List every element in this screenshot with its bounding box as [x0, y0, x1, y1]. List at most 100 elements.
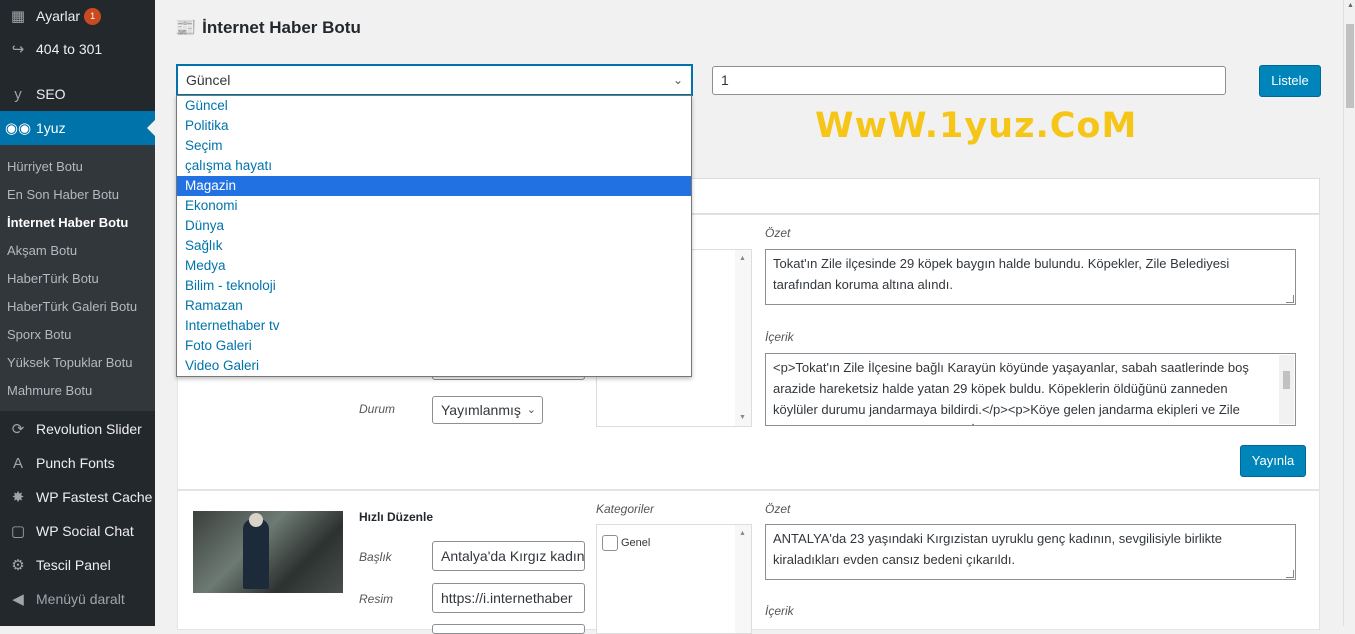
- chat-icon: ▢: [10, 523, 26, 540]
- submenu-item[interactable]: Yüksek Topuklar Botu: [7, 355, 133, 370]
- post2-image-input[interactable]: https://i.internethaber: [432, 583, 585, 613]
- cheetah-icon: ✸: [11, 489, 25, 506]
- resize-grip-icon: [1286, 570, 1294, 578]
- submenu-item[interactable]: HaberTürk Galeri Botu: [7, 299, 137, 314]
- dropdown-option[interactable]: Video Galeri: [177, 356, 691, 376]
- category-select-value: Güncel: [186, 72, 231, 88]
- page-number-input[interactable]: 1: [712, 66, 1226, 95]
- chevron-down-icon: ⌄: [672, 73, 683, 87]
- scroll-up-icon[interactable]: ▲: [1347, 2, 1354, 9]
- admin-sidebar: ▦ Ayarlar 1 ↪ 404 to 301 y SEO ◉◉ 1yuz H…: [0, 0, 155, 626]
- submenu-item[interactable]: Mahmure Botu: [7, 383, 92, 398]
- status-label: Durum: [359, 402, 396, 416]
- sidebar-item-label: 404 to 301: [36, 41, 103, 57]
- status-select[interactable]: Yayımlanmış ⌄: [432, 396, 543, 424]
- publish-button[interactable]: Yayınla: [1240, 445, 1306, 477]
- dropdown-option[interactable]: Internethaber tv: [177, 316, 691, 336]
- collapse-icon: ◀: [12, 591, 24, 608]
- thumbnail-head: [249, 513, 263, 527]
- summary-label: Özet: [765, 226, 791, 240]
- sidebar-item-wp-social-chat[interactable]: ▢ WP Social Chat: [0, 514, 155, 548]
- dropdown-option[interactable]: Medya: [177, 256, 691, 276]
- submenu-item-current[interactable]: İnternet Haber Botu: [7, 215, 128, 230]
- post1-summary-text: Tokat'ın Zile ilçesinde 29 köpek baygın …: [773, 256, 1230, 292]
- sidebar-item-1yuz[interactable]: ◉◉ 1yuz: [0, 111, 155, 145]
- sidebar-item-404-to-301[interactable]: ↪ 404 to 301: [0, 32, 155, 66]
- gear-icon: ⚙: [11, 557, 25, 574]
- category-select[interactable]: Güncel ⌄: [177, 65, 692, 95]
- sidebar-item-punch-fonts[interactable]: A Punch Fonts: [0, 446, 155, 480]
- dropdown-option[interactable]: Dünya: [177, 216, 691, 236]
- summary-label: Özet: [765, 502, 791, 516]
- sidebar-item-label: Punch Fonts: [36, 455, 115, 471]
- dropdown-option-highlighted[interactable]: Magazin: [177, 176, 691, 196]
- scroll-thumb[interactable]: [1283, 371, 1290, 389]
- dropdown-option[interactable]: Politika: [177, 116, 691, 136]
- category-scrollbar[interactable]: ▲: [735, 525, 751, 633]
- post1-content-text: <p>Tokat'ın Zile İlçesine bağlı Karayün …: [773, 360, 1249, 425]
- dropdown-option[interactable]: Sağlık: [177, 236, 691, 256]
- dropdown-option[interactable]: Ramazan: [177, 296, 691, 316]
- dropdown-option[interactable]: Foto Galeri: [177, 336, 691, 356]
- content-label: İçerik: [765, 604, 794, 618]
- image-label: Resim: [359, 592, 394, 606]
- post2-summary-text: ANTALYA'da 23 yaşındaki Kırgızistan uyru…: [773, 531, 1223, 567]
- sidebar-item-label: 1yuz: [36, 120, 66, 136]
- refresh-icon: ⟳: [11, 421, 25, 438]
- post1-summary-textarea[interactable]: Tokat'ın Zile ilçesinde 29 köpek baygın …: [765, 249, 1296, 305]
- dropdown-option[interactable]: Seçim: [177, 136, 691, 156]
- post2-thumbnail: [193, 511, 343, 593]
- sidebar-item-label: Revolution Slider: [36, 421, 142, 437]
- sidebar-item-seo[interactable]: y SEO: [0, 77, 155, 111]
- checkbox[interactable]: [602, 535, 618, 551]
- glasses-icon: ◉◉: [4, 120, 32, 137]
- post1-content-textarea[interactable]: <p>Tokat'ın Zile İlçesine bağlı Karayün …: [765, 353, 1296, 426]
- category-label: Genel: [621, 537, 651, 549]
- content-label: İçerik: [765, 330, 794, 344]
- dropdown-option[interactable]: Bilim - teknoloji: [177, 276, 691, 296]
- category-dropdown-list: Güncel Politika Seçim çalışma hayatı Mag…: [176, 95, 692, 377]
- sidebar-item-tescil-panel[interactable]: ⚙ Tescil Panel: [0, 548, 155, 582]
- sidebar-item-wp-fastest-cache[interactable]: ✸ WP Fastest Cache: [0, 480, 155, 514]
- content-scrollbar[interactable]: [1279, 355, 1294, 424]
- sidebar-item-revolution-slider[interactable]: ⟳ Revolution Slider: [0, 412, 155, 446]
- window-scrollbar[interactable]: ▲: [1343, 0, 1355, 626]
- sidebar-item-ayarlar[interactable]: ▦ Ayarlar 1: [0, 0, 155, 32]
- category-scrollbar[interactable]: ▲ ▼: [735, 250, 751, 426]
- page-title-text: İnternet Haber Botu: [202, 18, 361, 37]
- chevron-down-icon: ⌄: [526, 404, 536, 416]
- sidebar-item-label: Tescil Panel: [36, 557, 111, 573]
- dropdown-option[interactable]: çalışma hayatı: [177, 156, 691, 176]
- scroll-thumb[interactable]: [1346, 24, 1354, 108]
- dropdown-option[interactable]: Ekonomi: [177, 196, 691, 216]
- sidebar-item-label: Menüyü daralt: [36, 591, 125, 607]
- newspaper-icon: 📰: [175, 18, 197, 37]
- submenu-item[interactable]: En Son Haber Botu: [7, 187, 119, 202]
- collapse-menu-button[interactable]: ◀ Menüyü daralt: [0, 582, 155, 616]
- post2-title-input[interactable]: Antalya'da Kırgız kadın: [432, 541, 585, 571]
- scroll-down-icon: ▼: [739, 414, 746, 421]
- submenu: Hürriyet Botu En Son Haber Botu İnternet…: [0, 145, 155, 411]
- status-select-value: Yayımlanmış: [441, 402, 521, 418]
- sidebar-item-label: SEO: [36, 86, 66, 102]
- font-icon: A: [12, 454, 23, 472]
- sidebar-item-label: WP Social Chat: [36, 523, 134, 539]
- submenu-item[interactable]: Sporx Botu: [7, 327, 71, 342]
- post2-summary-textarea[interactable]: ANTALYA'da 23 yaşındaki Kırgızistan uyru…: [765, 524, 1296, 580]
- submenu-item[interactable]: Akşam Botu: [7, 243, 77, 258]
- post2-category-box: Genel ▲: [596, 524, 752, 634]
- title-label: Başlık: [359, 550, 392, 564]
- update-badge: 1: [84, 7, 102, 25]
- dropdown-option[interactable]: Güncel: [177, 96, 691, 116]
- category-checkbox-genel[interactable]: Genel: [602, 535, 650, 551]
- categories-label: Kategoriler: [596, 502, 655, 516]
- sidebar-item-label: Ayarlar: [36, 8, 81, 24]
- submenu-item[interactable]: Hürriyet Botu: [7, 159, 83, 174]
- scroll-up-icon: ▲: [739, 255, 746, 262]
- submenu-item[interactable]: HaberTürk Botu: [7, 271, 99, 286]
- settings-icon: ▦: [10, 8, 26, 25]
- page-title: 📰 İnternet Haber Botu: [175, 18, 361, 38]
- list-button[interactable]: Listele: [1259, 65, 1321, 97]
- quick-edit-label: Hızlı Düzenle: [359, 510, 434, 524]
- yoast-icon: y: [14, 85, 22, 103]
